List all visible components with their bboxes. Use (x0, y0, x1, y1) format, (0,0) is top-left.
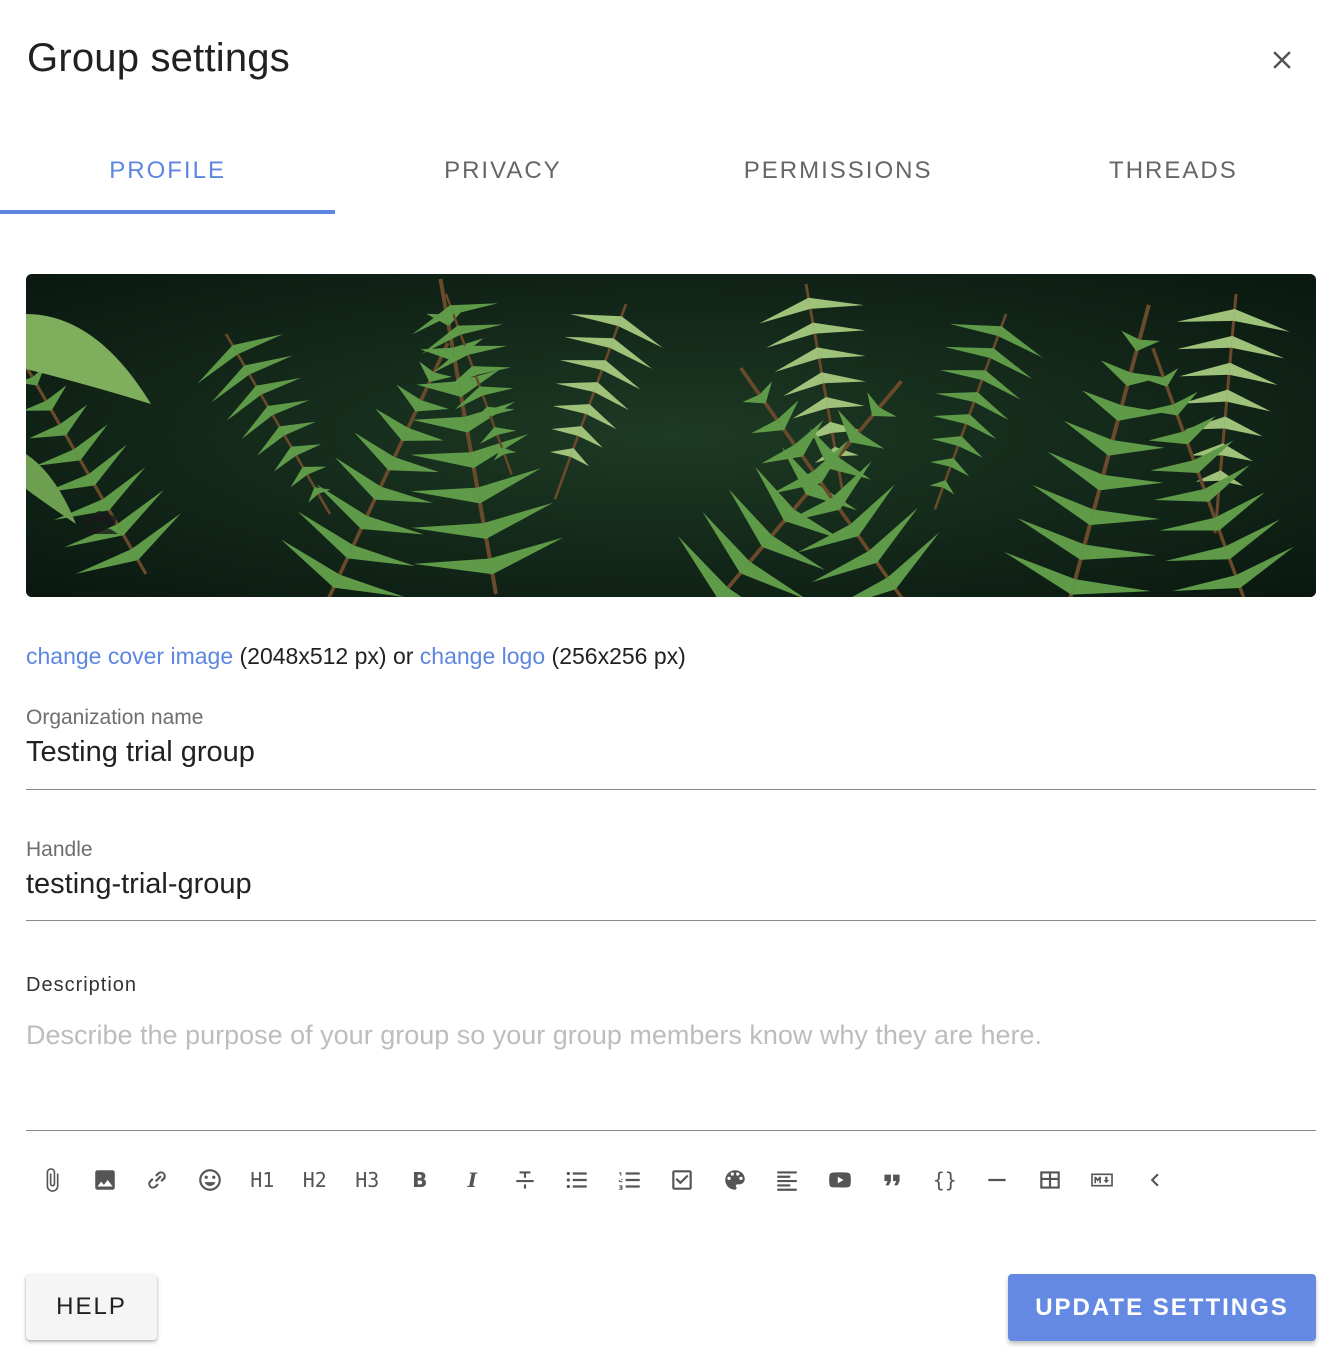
checkbox-icon (672, 1170, 692, 1190)
dialog-title: Group settings (27, 36, 290, 80)
italic-button[interactable]: I (446, 1158, 499, 1202)
tab-profile[interactable]: PROFILE (0, 128, 336, 214)
handle-label: Handle (26, 838, 93, 861)
table-icon (1040, 1171, 1060, 1189)
change-logo-link[interactable]: change logo (420, 643, 545, 669)
image-icon (95, 1170, 115, 1190)
video-button[interactable] (814, 1158, 867, 1202)
heading3-button[interactable]: H3 (341, 1158, 394, 1202)
collapse-toolbar-button[interactable] (1129, 1158, 1182, 1202)
attach-button[interactable] (26, 1158, 79, 1202)
or-text: or (392, 643, 414, 669)
color-button[interactable] (709, 1158, 762, 1202)
heading1-button[interactable]: H1 (236, 1158, 289, 1202)
organization-name-input[interactable] (26, 736, 1316, 781)
heading2-button[interactable]: H2 (289, 1158, 342, 1202)
paperclip-icon (46, 1168, 59, 1192)
link-button[interactable] (131, 1158, 184, 1202)
cover-image (26, 274, 1316, 597)
help-button[interactable]: HELP (26, 1274, 157, 1340)
numbered-list-button[interactable] (604, 1158, 657, 1202)
emoji-button[interactable] (184, 1158, 237, 1202)
youtube-icon (828, 1172, 851, 1188)
bold-button[interactable]: B (394, 1158, 447, 1202)
quote-button[interactable] (866, 1158, 919, 1202)
group-logo-icon (82, 511, 118, 534)
palette-icon (725, 1170, 745, 1190)
horizontal-rule-icon (988, 1178, 1006, 1182)
markdown-button[interactable] (1076, 1158, 1129, 1202)
description-label: Description (26, 974, 138, 996)
tab-bar: PROFILE PRIVACY PERMISSIONS THREADS (0, 128, 1341, 214)
horizontal-rule-button[interactable] (971, 1158, 1024, 1202)
organization-name-field: Organization name (26, 706, 1316, 790)
strikethrough-icon (516, 1171, 534, 1189)
strikethrough-button[interactable] (499, 1158, 552, 1202)
link-icon (148, 1171, 167, 1189)
editor-toolbar: H1 H2 H3 B I {} (26, 1158, 1181, 1202)
checklist-button[interactable] (656, 1158, 709, 1202)
table-button[interactable] (1024, 1158, 1077, 1202)
align-left-icon (777, 1171, 797, 1191)
numbered-list-icon (618, 1172, 640, 1190)
bullet-list-button[interactable] (551, 1158, 604, 1202)
update-settings-button[interactable]: UPDATE SETTINGS (1008, 1274, 1316, 1341)
tab-threads[interactable]: THREADS (1006, 128, 1341, 214)
tab-permissions[interactable]: PERMISSIONS (671, 128, 1006, 214)
emoji-icon (198, 1169, 221, 1191)
organization-name-label: Organization name (26, 706, 204, 729)
chevron-left-icon (1150, 1173, 1159, 1187)
cover-links: change cover image (2048x512 px) or chan… (26, 643, 686, 670)
handle-input[interactable] (26, 868, 1316, 913)
close-icon (1273, 51, 1291, 69)
code-button[interactable]: {} (919, 1158, 972, 1202)
bullet-list-icon (566, 1171, 587, 1189)
tab-privacy[interactable]: PRIVACY (335, 128, 670, 214)
image-button[interactable] (79, 1158, 132, 1202)
change-cover-link[interactable]: change cover image (26, 643, 233, 669)
description-editor (26, 1020, 1316, 1131)
markdown-icon (1091, 1173, 1114, 1187)
handle-field: Handle (26, 838, 1316, 921)
logo-size-text: (256x256 px) (551, 643, 686, 669)
cover-size-text: (2048x512 px) (239, 643, 387, 669)
align-button[interactable] (761, 1158, 814, 1202)
quote-icon (884, 1174, 900, 1186)
description-input[interactable] (26, 1020, 1316, 1130)
close-button[interactable] (1258, 36, 1306, 84)
